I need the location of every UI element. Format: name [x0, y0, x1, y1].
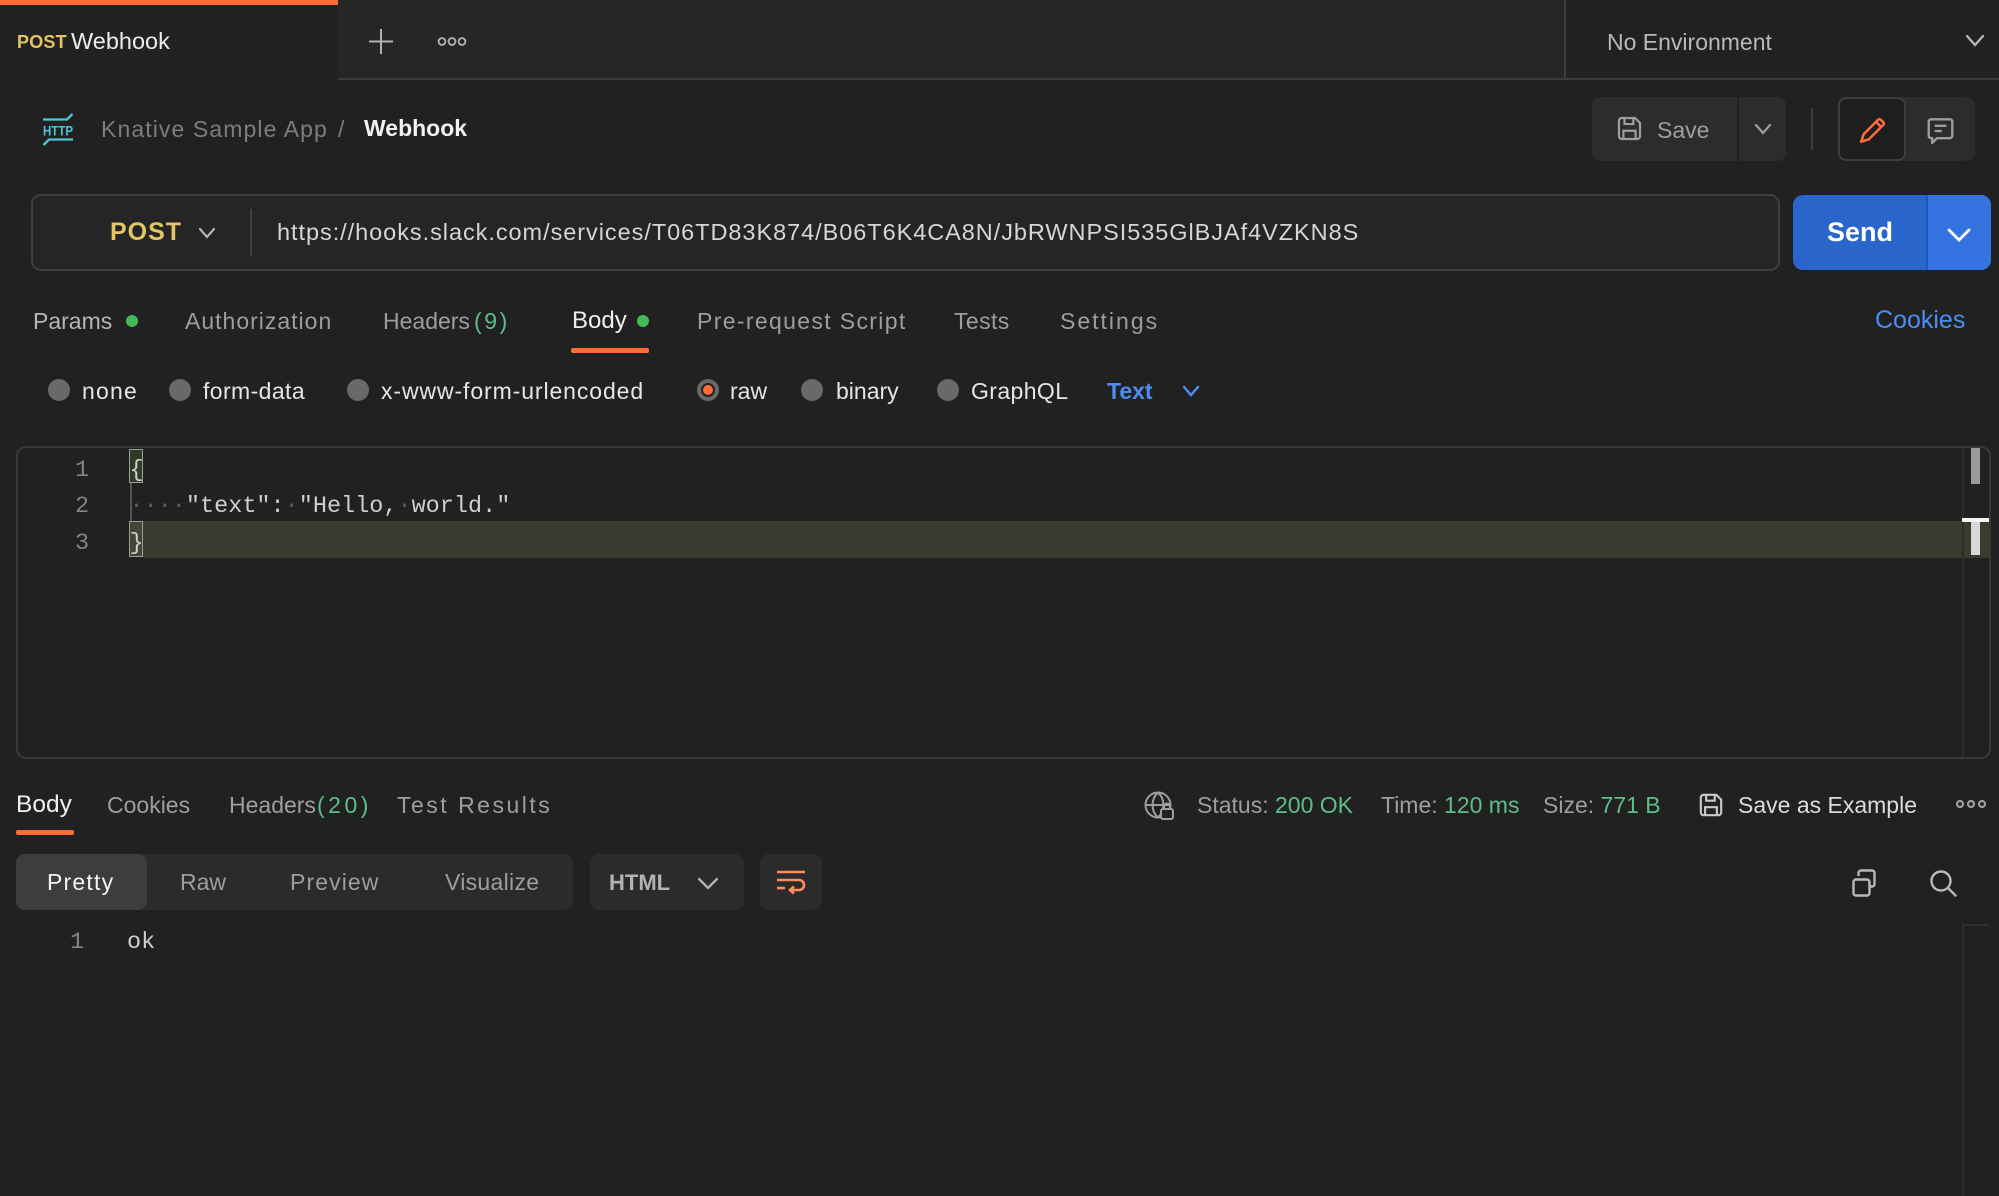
svg-text:HTTP: HTTP: [43, 123, 73, 139]
